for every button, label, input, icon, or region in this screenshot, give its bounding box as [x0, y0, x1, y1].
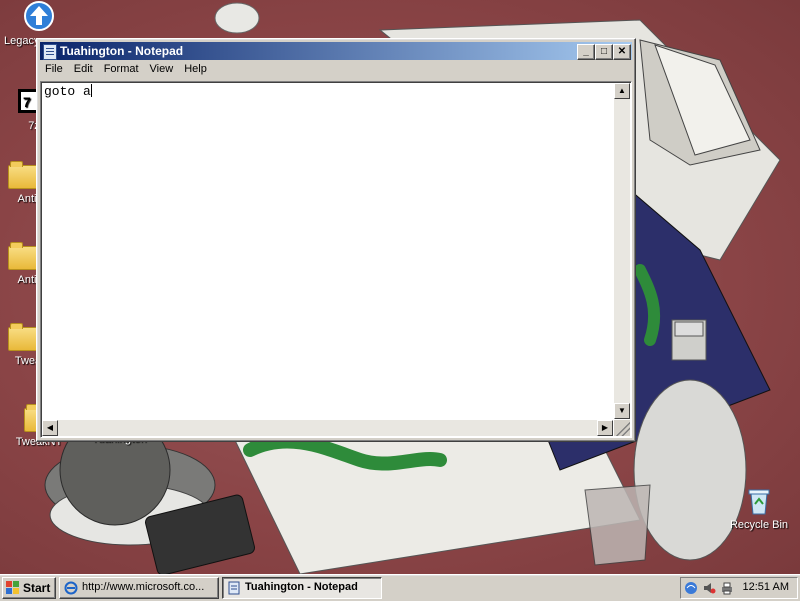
menu-help[interactable]: Help: [179, 61, 213, 75]
start-label: Start: [23, 581, 51, 595]
start-button[interactable]: Start: [2, 577, 56, 599]
text-editor[interactable]: goto a ▲ ▼ ◀ ▶: [40, 81, 632, 438]
windows-logo-icon: [6, 581, 19, 594]
svg-text:7: 7: [23, 94, 31, 110]
scroll-left-button[interactable]: ◀: [42, 420, 58, 436]
desktop-icon-label: Recycle Bin: [729, 519, 789, 531]
folder-icon: [8, 242, 38, 270]
menu-format[interactable]: Format: [99, 61, 145, 75]
horizontal-scrollbar[interactable]: ◀ ▶: [42, 420, 613, 436]
menu-file[interactable]: File: [40, 61, 69, 75]
menu-view[interactable]: View: [145, 61, 180, 75]
scroll-right-button[interactable]: ▶: [597, 420, 613, 436]
printer-icon[interactable]: [720, 581, 734, 595]
internet-explorer-icon: [64, 581, 78, 595]
scroll-down-button[interactable]: ▼: [614, 403, 630, 419]
notepad-icon: [228, 581, 240, 595]
notepad-icon[interactable]: [43, 44, 57, 60]
editor-content[interactable]: goto a: [44, 84, 92, 99]
resize-grip[interactable]: [614, 420, 630, 436]
menu-bar: File Edit Format View Help: [40, 61, 632, 79]
taskbar-button-label: http://www.microsoft.co...: [82, 581, 205, 593]
vertical-scrollbar[interactable]: ▲ ▼: [614, 83, 630, 419]
folder-icon: [8, 323, 38, 351]
volume-icon[interactable]: [702, 581, 716, 595]
minimize-button[interactable]: _: [577, 44, 595, 60]
maximize-button[interactable]: □: [595, 44, 613, 60]
legacy-update-icon: [23, 0, 55, 32]
system-tray: 12:51 AM: [680, 577, 798, 599]
desktop-icon-recycle-bin[interactable]: Recycle Bin: [724, 484, 794, 531]
menu-edit[interactable]: Edit: [69, 61, 99, 75]
notepad-window[interactable]: Tuahington - Notepad _ □ ✕ File Edit Forma…: [36, 38, 636, 442]
text-caret: [90, 84, 92, 97]
folder-icon: [8, 161, 38, 189]
clock[interactable]: 12:51 AM: [743, 581, 789, 593]
window-title: Tuahington - Notepad: [60, 44, 184, 58]
editor-text: goto a: [44, 84, 91, 99]
network-icon[interactable]: [684, 581, 698, 595]
taskbar-button-label: Tuahington - Notepad: [245, 581, 358, 593]
recycle-bin-icon: [743, 484, 775, 516]
scroll-up-button[interactable]: ▲: [614, 83, 630, 99]
taskbar-button-notepad[interactable]: Tuahington - Notepad: [222, 577, 382, 599]
taskbar-button-internet-explorer[interactable]: http://www.microsoft.co...: [59, 577, 219, 599]
window-titlebar[interactable]: Tuahington - Notepad _ □ ✕: [40, 42, 632, 60]
close-button[interactable]: ✕: [613, 44, 631, 60]
taskbar: Start http://www.microsoft.co... Tuahing…: [0, 574, 800, 601]
